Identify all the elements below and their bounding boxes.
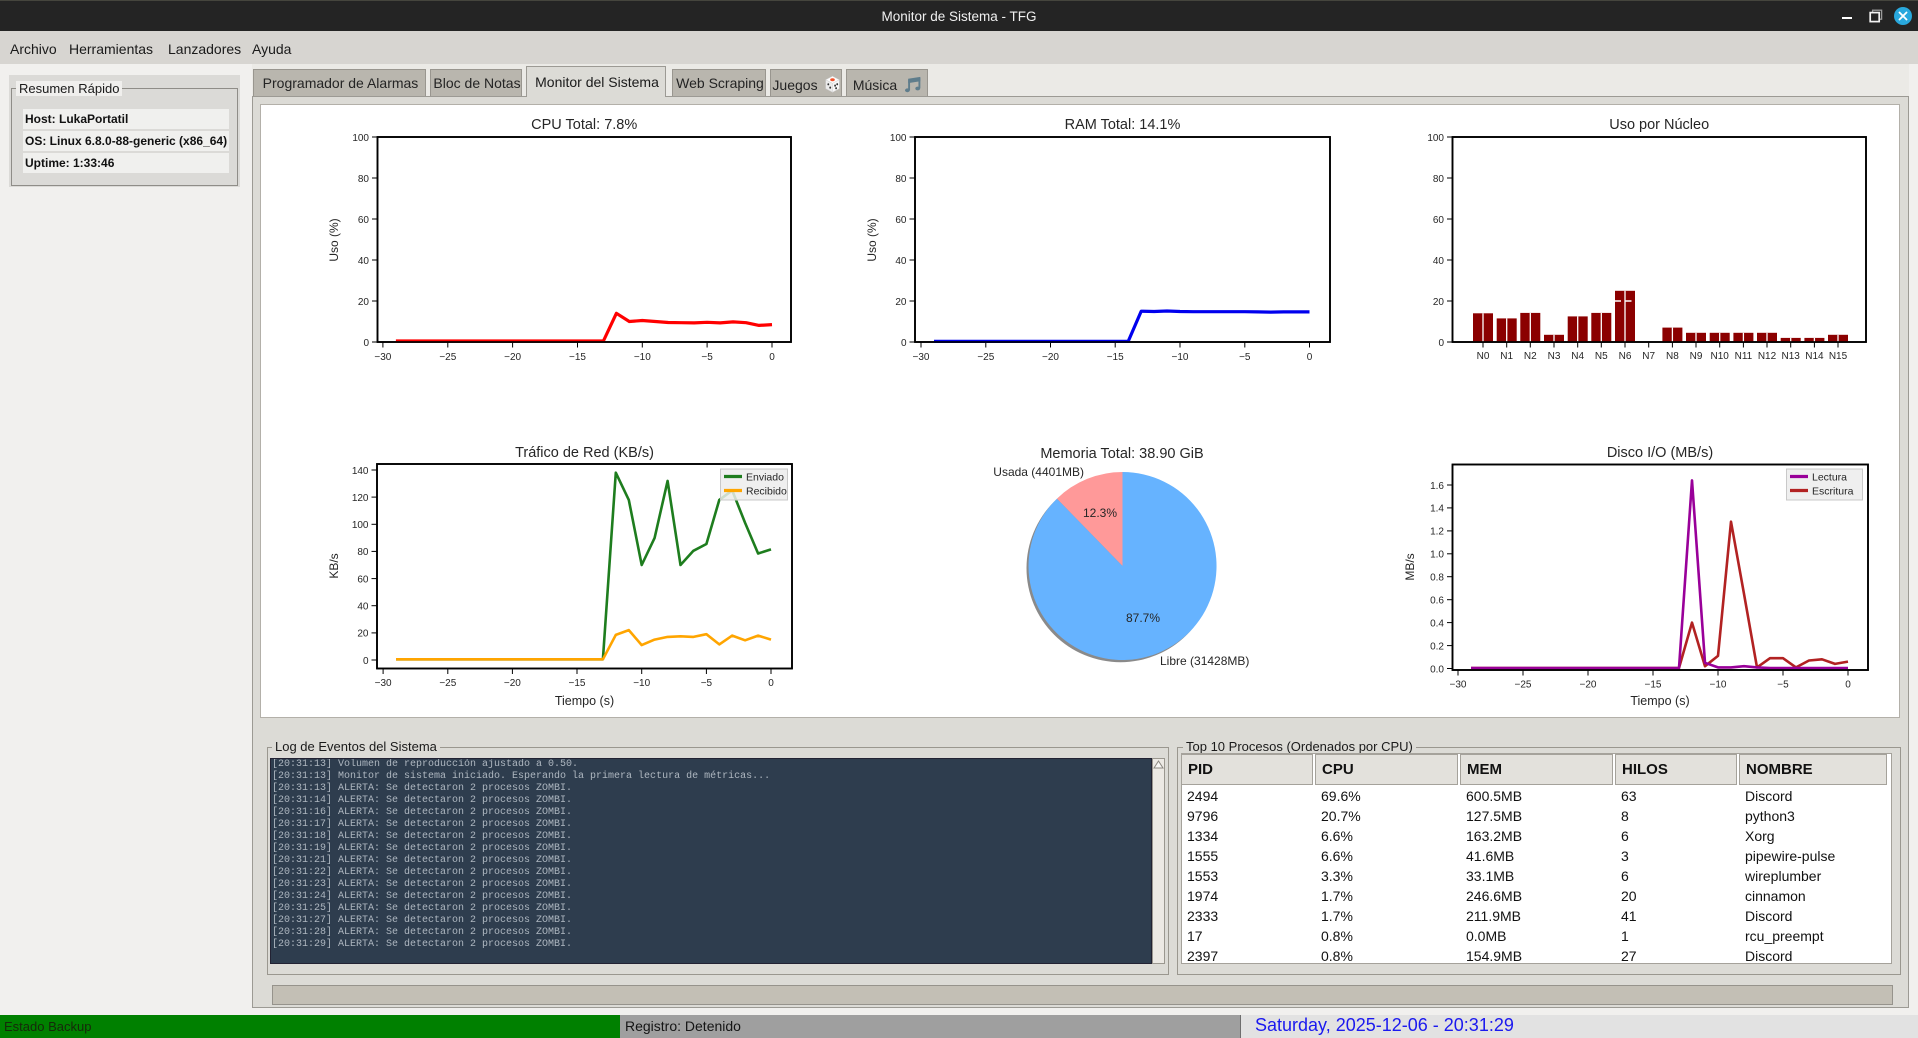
svg-text:0: 0 (1307, 352, 1313, 363)
svg-text:0: 0 (363, 338, 369, 349)
svg-text:100: 100 (1427, 133, 1444, 144)
svg-text:N10: N10 (1711, 351, 1730, 362)
svg-text:1.0: 1.0 (1430, 550, 1444, 561)
svg-text:N15: N15 (1829, 351, 1848, 362)
svg-text:−5: −5 (701, 352, 713, 363)
svg-text:N8: N8 (1666, 351, 1679, 362)
svg-text:20: 20 (358, 297, 370, 308)
svg-text:60: 60 (895, 215, 907, 226)
svg-text:−15: −15 (569, 678, 586, 689)
svg-text:−20: −20 (504, 352, 521, 363)
svg-text:−25: −25 (977, 352, 994, 363)
svg-text:0.2: 0.2 (1430, 641, 1444, 652)
svg-text:100: 100 (352, 133, 369, 144)
svg-text:−20: −20 (504, 678, 521, 689)
svg-text:0: 0 (769, 352, 775, 363)
svg-text:N6: N6 (1619, 351, 1632, 362)
svg-text:40: 40 (1433, 256, 1445, 267)
svg-text:−25: −25 (1515, 680, 1532, 691)
svg-text:60: 60 (358, 215, 370, 226)
svg-text:−20: −20 (1580, 680, 1597, 691)
svg-text:Tiempo (s): Tiempo (s) (555, 694, 614, 708)
svg-text:Lectura: Lectura (1812, 472, 1847, 484)
svg-text:0: 0 (1438, 338, 1444, 349)
svg-text:Escritura: Escritura (1812, 486, 1854, 498)
svg-text:1.6: 1.6 (1430, 481, 1444, 492)
svg-text:60: 60 (357, 574, 369, 585)
svg-text:MB/s: MB/s (1403, 553, 1417, 580)
svg-text:0.6: 0.6 (1430, 596, 1444, 607)
svg-text:80: 80 (357, 547, 369, 558)
svg-text:N9: N9 (1690, 351, 1703, 362)
svg-text:0: 0 (768, 678, 774, 689)
svg-text:CPU Total: 7.8%: CPU Total: 7.8% (531, 117, 637, 133)
svg-text:0: 0 (1845, 680, 1851, 691)
svg-text:−5: −5 (1239, 352, 1251, 363)
svg-text:80: 80 (358, 174, 370, 185)
svg-text:−5: −5 (1777, 680, 1789, 691)
svg-text:N1: N1 (1500, 351, 1513, 362)
svg-text:Disco I/O (MB/s): Disco I/O (MB/s) (1607, 445, 1713, 461)
svg-text:40: 40 (357, 602, 369, 613)
svg-text:120: 120 (352, 493, 369, 504)
svg-text:Usada (4401MB): Usada (4401MB) (993, 465, 1084, 479)
svg-text:Recibido: Recibido (746, 486, 787, 498)
svg-text:−5: −5 (701, 678, 713, 689)
svg-text:N0: N0 (1477, 351, 1490, 362)
svg-text:−25: −25 (439, 678, 456, 689)
svg-text:N12: N12 (1758, 351, 1777, 362)
svg-text:−10: −10 (634, 352, 651, 363)
svg-text:0: 0 (363, 656, 369, 667)
svg-text:20: 20 (357, 629, 369, 640)
svg-text:−30: −30 (913, 352, 930, 363)
svg-text:Uso (%): Uso (%) (865, 218, 879, 261)
svg-text:0.4: 0.4 (1430, 618, 1444, 629)
svg-text:40: 40 (895, 256, 907, 267)
svg-text:−25: −25 (439, 352, 456, 363)
svg-text:Memoria Total: 38.90 GiB: Memoria Total: 38.90 GiB (1040, 446, 1203, 462)
svg-text:Libre (31428MB): Libre (31428MB) (1160, 654, 1249, 668)
svg-text:−15: −15 (1107, 352, 1124, 363)
svg-text:−10: −10 (1710, 680, 1727, 691)
svg-text:Tiempo (s): Tiempo (s) (1630, 694, 1689, 708)
svg-text:N14: N14 (1805, 351, 1824, 362)
svg-text:12.3%: 12.3% (1083, 506, 1117, 520)
svg-text:0: 0 (901, 338, 907, 349)
svg-text:−15: −15 (569, 352, 586, 363)
svg-text:N5: N5 (1595, 351, 1608, 362)
svg-text:20: 20 (895, 297, 907, 308)
svg-text:N3: N3 (1548, 351, 1561, 362)
svg-text:−20: −20 (1042, 352, 1059, 363)
svg-text:−10: −10 (633, 678, 650, 689)
svg-text:60: 60 (1433, 215, 1445, 226)
svg-text:N11: N11 (1735, 351, 1753, 362)
svg-text:Enviado: Enviado (746, 472, 784, 484)
svg-text:0.8: 0.8 (1430, 573, 1444, 584)
svg-text:100: 100 (890, 133, 907, 144)
svg-text:80: 80 (895, 174, 907, 185)
svg-text:1.2: 1.2 (1430, 527, 1444, 538)
svg-text:N4: N4 (1571, 351, 1584, 362)
svg-text:80: 80 (1433, 174, 1445, 185)
svg-text:87.7%: 87.7% (1126, 611, 1160, 625)
svg-text:N13: N13 (1782, 351, 1801, 362)
svg-text:N2: N2 (1524, 351, 1537, 362)
svg-text:140: 140 (352, 466, 369, 477)
svg-text:Tráfico de Red (KB/s): Tráfico de Red (KB/s) (515, 445, 654, 461)
svg-text:Uso (%): Uso (%) (327, 218, 341, 261)
svg-text:RAM Total: 14.1%: RAM Total: 14.1% (1065, 117, 1181, 133)
svg-text:40: 40 (358, 256, 370, 267)
svg-text:100: 100 (352, 520, 369, 531)
svg-text:−10: −10 (1172, 352, 1189, 363)
svg-text:0.0: 0.0 (1430, 664, 1444, 675)
svg-text:−15: −15 (1645, 680, 1662, 691)
svg-text:1.4: 1.4 (1430, 504, 1444, 515)
svg-text:−30: −30 (375, 678, 392, 689)
svg-text:−30: −30 (374, 352, 391, 363)
svg-text:20: 20 (1433, 297, 1445, 308)
svg-text:−30: −30 (1450, 680, 1467, 691)
svg-text:Uso por Núcleo: Uso por Núcleo (1609, 117, 1709, 133)
svg-text:KB/s: KB/s (327, 553, 341, 578)
svg-text:N7: N7 (1642, 351, 1655, 362)
